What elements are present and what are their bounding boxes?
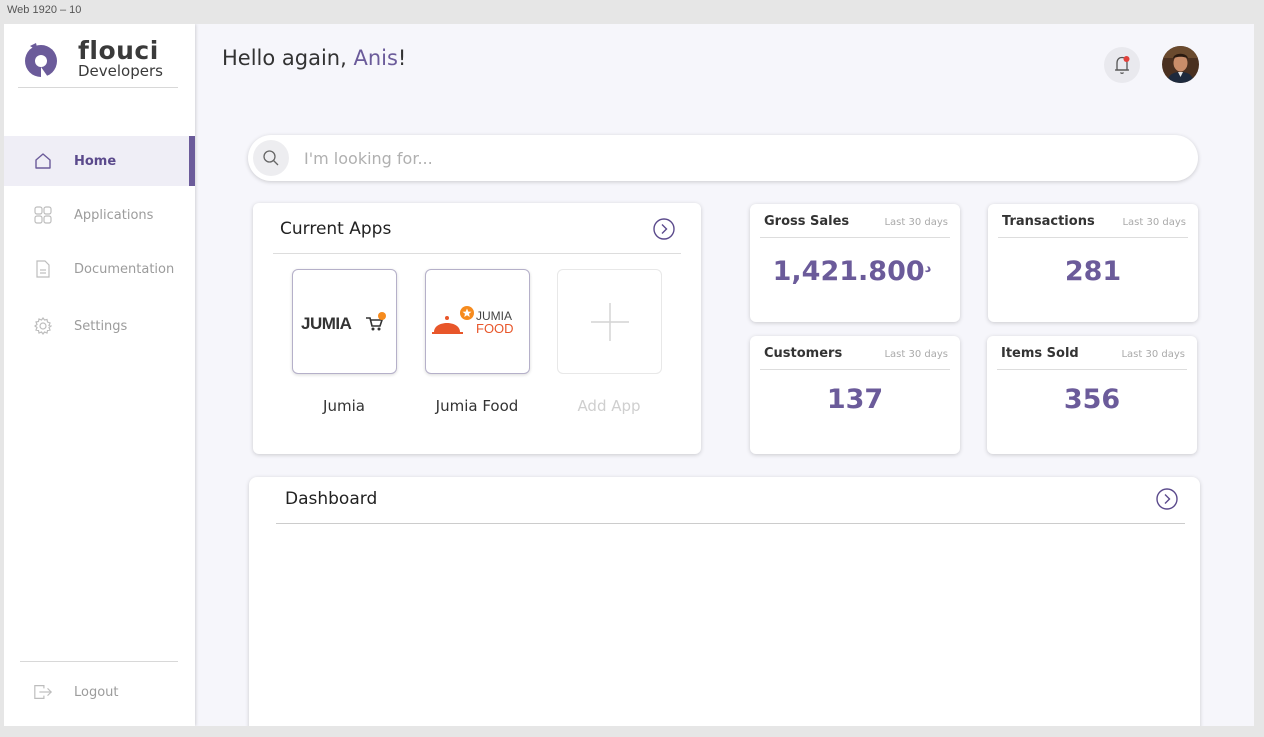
app-frame: flouci Developers Home Applications Docu… [4, 24, 1254, 726]
page-greeting: Hello again, Anis! [222, 46, 406, 70]
current-apps-title: Current Apps [280, 219, 392, 239]
bell-icon [1115, 56, 1130, 74]
dashboard-card: Dashboard [249, 477, 1200, 726]
stat-period: Last 30 days [884, 217, 948, 228]
stat-divider [997, 369, 1187, 370]
stat-divider [760, 369, 950, 370]
apps-divider [273, 253, 681, 254]
sidebar-item-label: Home [74, 153, 117, 169]
grid-icon [33, 205, 53, 225]
stat-card-customers[interactable]: Customers Last 30 days 137 [750, 336, 960, 454]
logout-button[interactable]: Logout [4, 667, 195, 717]
jumia-logo: JUMIA [301, 311, 386, 333]
gear-icon [33, 316, 53, 336]
brand-title: flouci [78, 36, 159, 65]
stat-value-number: 1,421.800 [772, 256, 925, 287]
brand-subtitle: Developers [78, 62, 163, 80]
add-app-label: Add App [577, 397, 641, 415]
dashboard-divider [276, 523, 1185, 524]
stat-label: Items Sold [1001, 346, 1079, 361]
document-icon [33, 259, 53, 279]
stat-value: د1,421.800 [750, 256, 960, 287]
app-tile-jumia-food[interactable]: JUMIA FOOD [425, 269, 530, 374]
chevron-right-circle-icon[interactable] [653, 218, 675, 240]
greeting-suffix: ! [397, 46, 407, 70]
sidebar-item-label: Settings [74, 318, 128, 334]
sidebar-item-label: Documentation [74, 261, 175, 277]
sidebar-divider [20, 661, 178, 662]
home-icon [33, 151, 53, 171]
add-app-button[interactable] [557, 269, 662, 374]
sidebar-item-label: Applications [74, 207, 154, 223]
stat-value: 137 [826, 384, 884, 415]
jumia-food-logo-text-bottom: FOOD [476, 321, 514, 336]
stat-period: Last 30 days [884, 349, 948, 360]
sidebar-item-documentation[interactable]: Documentation [4, 244, 195, 294]
chevron-right-circle-icon[interactable] [1156, 488, 1178, 510]
current-apps-card: Current Apps JUMIA Jumia JUMIA FOOD Jumi… [253, 203, 701, 454]
logout-label: Logout [74, 684, 119, 700]
notifications-button[interactable] [1104, 47, 1140, 83]
jumia-logo-text: JUMIA [301, 314, 352, 333]
stat-label: Gross Sales [764, 214, 850, 229]
artboard-label: Web 1920 – 10 [7, 4, 82, 16]
stat-label: Customers [764, 346, 843, 361]
app-name-jumia-food: Jumia Food [435, 397, 519, 415]
sidebar: flouci Developers Home Applications Docu… [4, 24, 195, 726]
logout-icon [33, 682, 53, 702]
dashboard-title: Dashboard [285, 489, 378, 509]
jumia-food-logo: JUMIA FOOD [431, 305, 514, 336]
stat-divider [998, 237, 1188, 238]
stat-period: Last 30 days [1122, 217, 1186, 228]
app-tile-jumia[interactable]: JUMIA [292, 269, 397, 374]
brand-logo[interactable]: flouci Developers [22, 38, 163, 79]
search-button[interactable] [253, 140, 289, 176]
sidebar-item-home[interactable]: Home [4, 136, 195, 186]
stat-divider [760, 237, 950, 238]
user-name: Anis [353, 46, 398, 70]
stat-value: 281 [1064, 256, 1122, 287]
search-bar[interactable] [248, 135, 1198, 181]
stat-card-transactions[interactable]: Transactions Last 30 days 281 [988, 204, 1198, 322]
flouci-logo-icon [25, 42, 57, 77]
search-icon [263, 150, 279, 166]
greeting-prefix: Hello again, [222, 46, 354, 70]
plus-icon [590, 302, 629, 341]
logo-divider [18, 87, 178, 88]
sidebar-item-settings[interactable]: Settings [4, 301, 195, 351]
stat-value: 356 [1063, 384, 1121, 415]
avatar[interactable] [1162, 46, 1199, 83]
app-name-jumia: Jumia [323, 397, 365, 415]
stat-card-items-sold[interactable]: Items Sold Last 30 days 356 [987, 336, 1197, 454]
sidebar-item-applications[interactable]: Applications [4, 190, 195, 240]
user-avatar-image [1162, 46, 1199, 83]
stat-card-gross-sales[interactable]: Gross Sales Last 30 days د1,421.800 [750, 204, 960, 322]
search-input[interactable] [304, 145, 1164, 171]
stat-label: Transactions [1002, 214, 1095, 229]
stat-period: Last 30 days [1121, 349, 1185, 360]
currency-symbol: د [924, 261, 932, 276]
